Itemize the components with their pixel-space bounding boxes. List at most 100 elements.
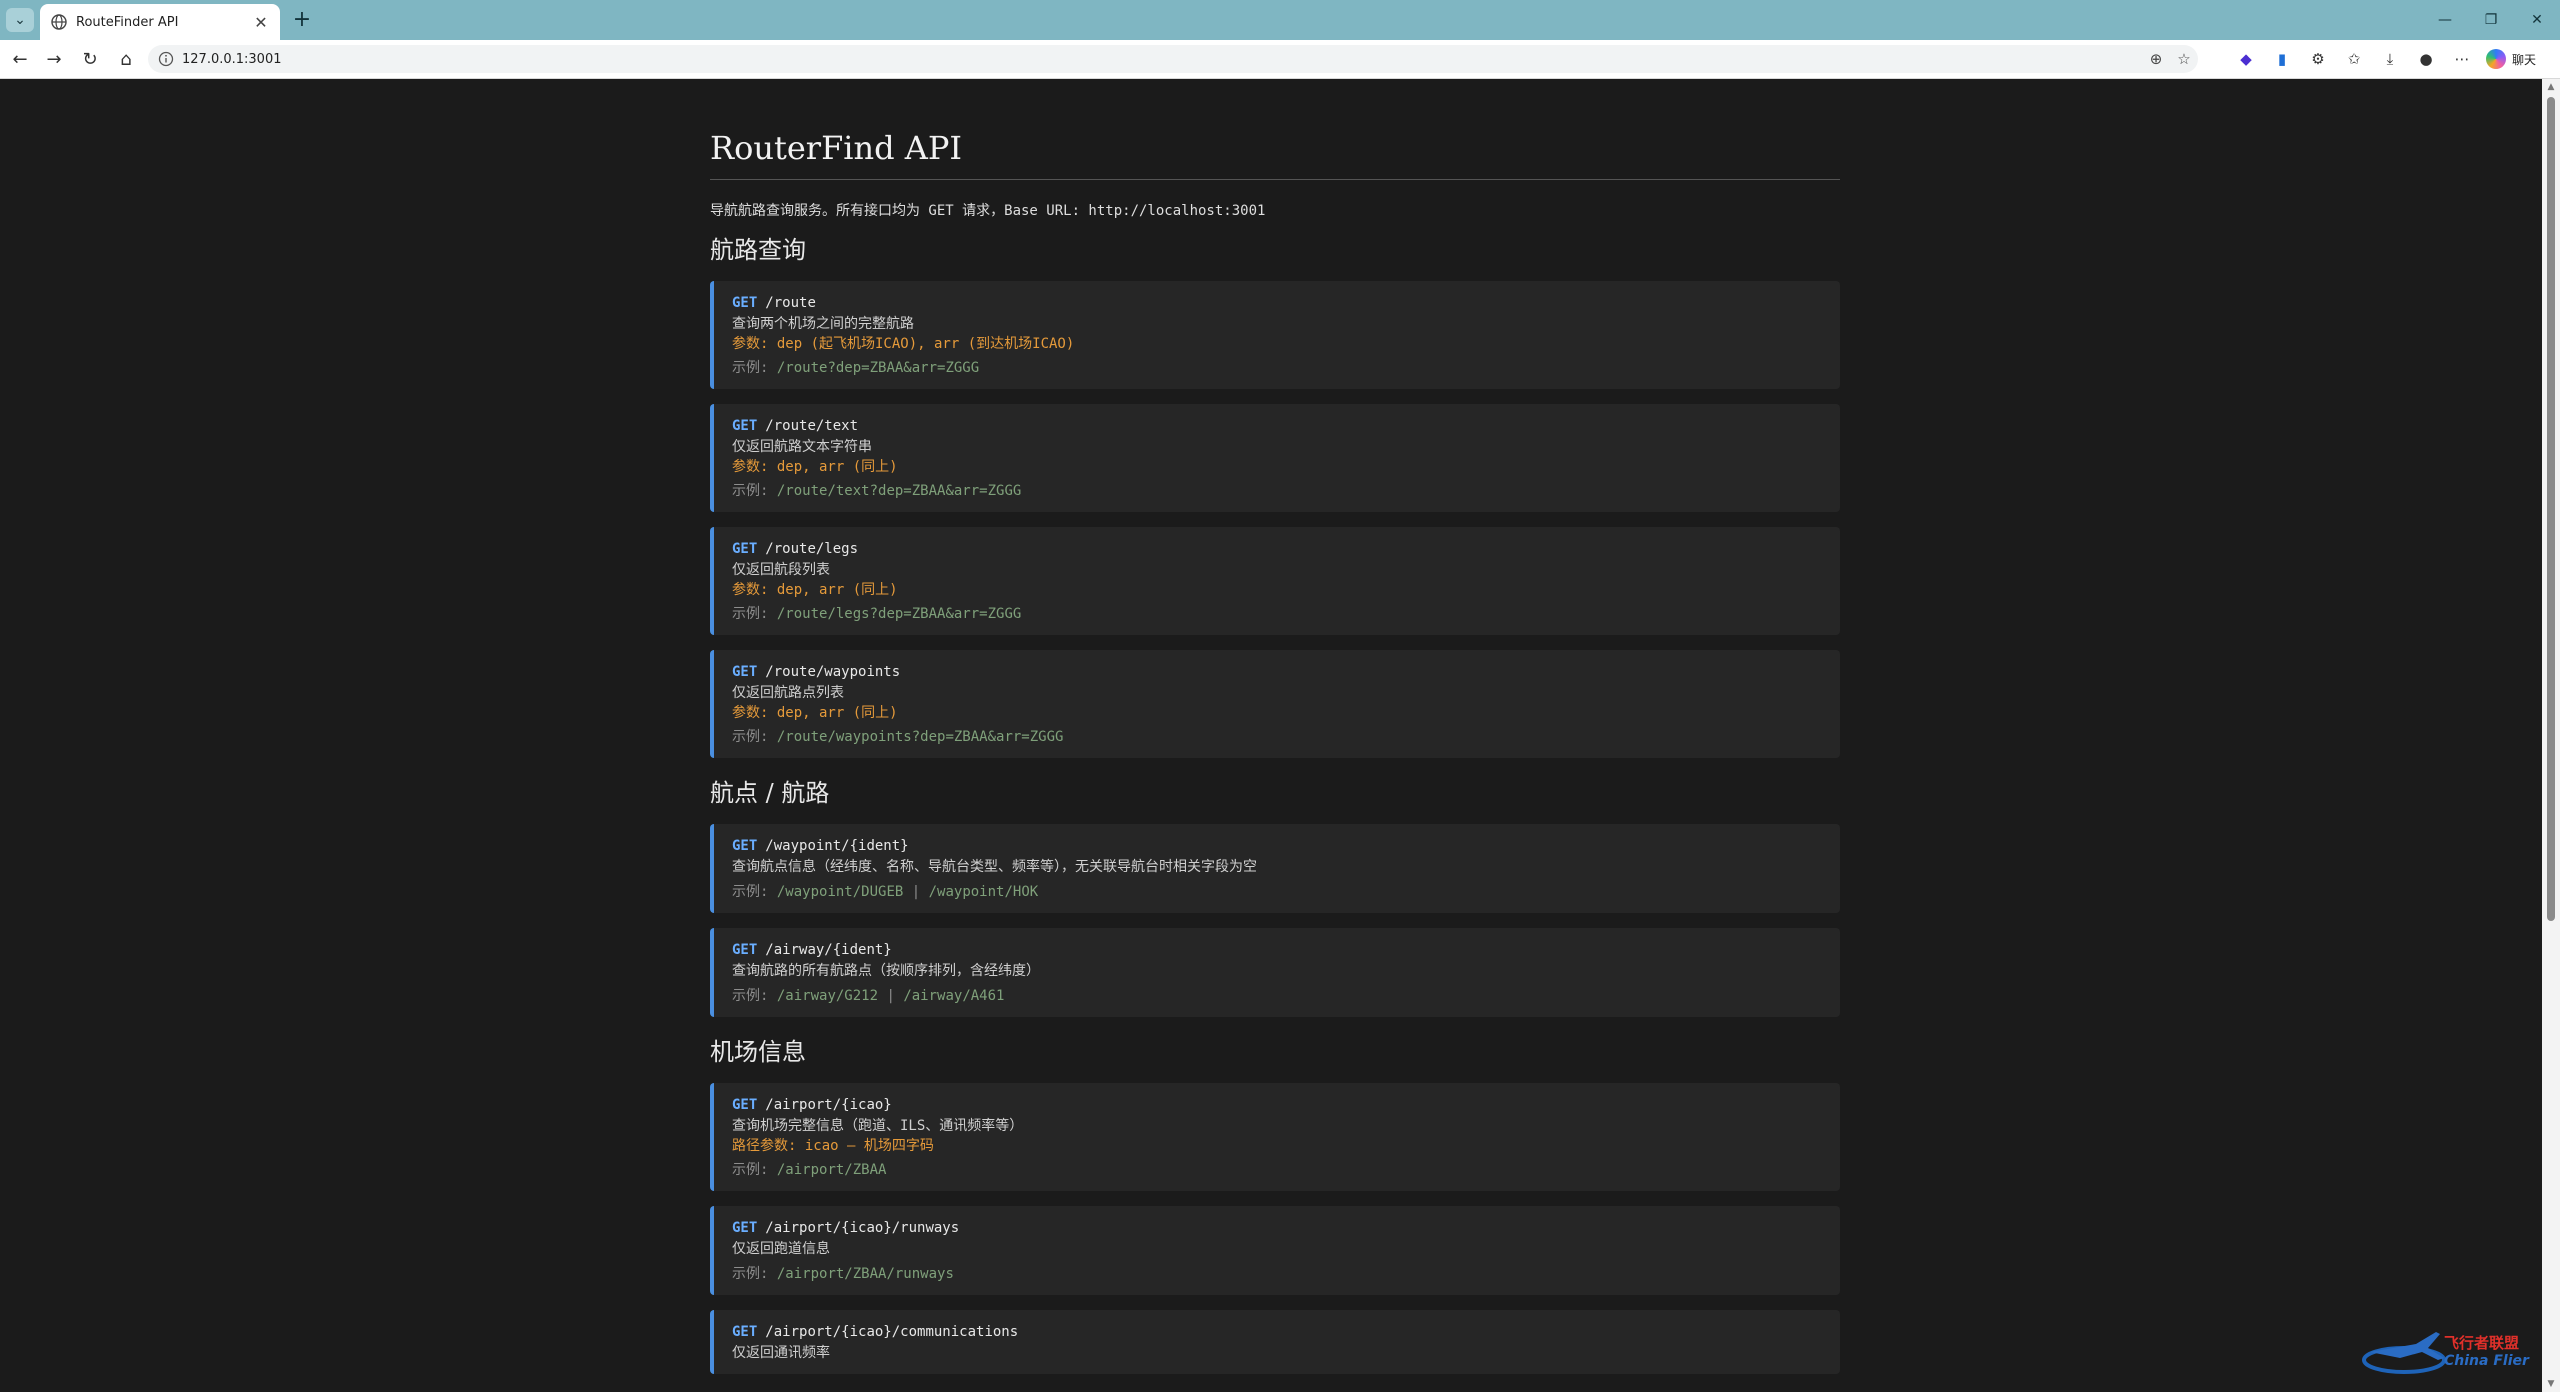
example-label: 示例: (732, 1266, 769, 1282)
endpoint-path: /route/legs (765, 541, 859, 557)
endpoint-signature: GET/airport/{icao}/runways (732, 1218, 1822, 1239)
page-scrollbar[interactable]: ▲ ▼ (2542, 79, 2560, 1392)
example-link[interactable]: /waypoint/DUGEB (777, 884, 903, 900)
profile-avatar-icon[interactable]: ● (2408, 45, 2444, 73)
favorite-star-icon[interactable]: ☆ (2170, 50, 2198, 68)
address-bar[interactable]: 127.0.0.1:3001 ⊕ ☆ (148, 45, 2198, 73)
globe-icon (51, 14, 67, 30)
http-method: GET (732, 541, 758, 557)
window-controls: — ❐ ✕ (2422, 0, 2560, 40)
watermark-cn: 飞行者联盟 (2444, 1333, 2520, 1352)
endpoint-signature: GET/airport/{icao} (732, 1095, 1822, 1116)
extension-diamond-icon[interactable]: ◆ (2228, 45, 2264, 73)
section-heading: 航点 / 航路 (710, 779, 830, 807)
http-method: GET (732, 838, 758, 854)
endpoint-signature: GET/route (732, 293, 1822, 314)
example-link[interactable]: /airway/G212 (777, 988, 878, 1004)
toolbar-extension-icons: ◆ ▮ ⚙ ✩ ⤓ ● ⋯ (2228, 45, 2480, 73)
endpoint-description: 仅返回跑道信息 (732, 1241, 830, 1257)
minimize-icon[interactable]: — (2422, 0, 2468, 40)
reload-button[interactable]: ↻ (76, 45, 104, 73)
section-heading: 机场信息 (710, 1038, 806, 1066)
example-link[interactable]: /waypoint/HOK (929, 884, 1039, 900)
endpoint-example: 示例: /waypoint/DUGEB | /waypoint/HOK (732, 884, 1039, 900)
endpoint-signature: GET/route/waypoints (732, 662, 1822, 683)
arrow-right-icon: → (46, 48, 62, 70)
example-link[interactable]: /route/text?dep=ZBAA&arr=ZGGG (777, 483, 1021, 499)
url-text[interactable]: 127.0.0.1:3001 (182, 52, 2142, 67)
example-label: 示例: (732, 1162, 769, 1178)
http-method: GET (732, 1097, 758, 1113)
endpoint-path: /airway/{ident} (765, 942, 892, 958)
arrow-left-icon: ← (12, 48, 28, 70)
browser-tab-active[interactable]: RouteFinder API ✕ (40, 4, 280, 40)
close-tab-icon[interactable]: ✕ (250, 13, 272, 32)
scroll-up-icon[interactable]: ▲ (2542, 79, 2560, 95)
endpoint-example: 示例: /airway/G212 | /airway/A461 (732, 988, 1005, 1004)
more-options-icon[interactable]: ⋯ (2444, 45, 2480, 73)
downloads-icon[interactable]: ⤓ (2372, 45, 2408, 73)
endpoint-params: 参数: dep, arr (同上) (732, 459, 898, 475)
endpoint-example: 示例: /route?dep=ZBAA&arr=ZGGG (732, 358, 1822, 379)
http-method: GET (732, 664, 758, 680)
browser-tab-strip: ⌄ RouteFinder API ✕ + — ❐ ✕ (0, 0, 2560, 40)
airplane-logo-icon (2362, 1332, 2446, 1374)
endpoint-path: /airport/{icao} (765, 1097, 892, 1113)
http-method: GET (732, 1220, 758, 1236)
doc-sections: 航路查询 GET/route 查询两个机场之间的完整航路 参数: dep (起飞机场I… (710, 230, 1840, 1374)
example-link[interactable]: /route/waypoints?dep=ZBAA&arr=ZGGG (777, 729, 1064, 745)
endpoint-description: 查询两个机场之间的完整航路 (732, 316, 914, 332)
endpoint-signature: GET/airport/{icao}/communications (732, 1322, 1822, 1343)
example-label: 示例: (732, 884, 769, 900)
copilot-chat-button[interactable]: 聊天 (2486, 46, 2556, 72)
http-method: GET (732, 295, 758, 311)
extensions-puzzle-icon[interactable]: ⚙ (2300, 45, 2336, 73)
zoom-icon[interactable]: ⊕ (2142, 50, 2170, 68)
endpoint-path: /route/text (765, 418, 859, 434)
scrollbar-thumb[interactable] (2547, 97, 2555, 921)
endpoint-description: 仅返回航路文本字符串 (732, 439, 872, 455)
home-button[interactable]: ⌂ (112, 45, 140, 73)
endpoint-example: 示例: /route/waypoints?dep=ZBAA&arr=ZGGG (732, 727, 1822, 748)
copilot-icon (2486, 49, 2506, 69)
endpoint-card: GET/airport/{icao}/communications 仅返回通讯频率 (710, 1310, 1840, 1374)
example-link[interactable]: /route?dep=ZBAA&arr=ZGGG (777, 360, 979, 376)
restore-icon[interactable]: ❐ (2468, 0, 2514, 40)
endpoint-path: /route/waypoints (765, 664, 901, 680)
endpoint-description: 仅返回通讯频率 (732, 1345, 830, 1361)
endpoint-example: 示例: /airport/ZBAA (732, 1160, 1822, 1181)
endpoint-path: /airport/{icao}/communications (765, 1324, 1019, 1340)
extension-bookmark-icon[interactable]: ▮ (2264, 45, 2300, 73)
page-title: RouterFind API (710, 129, 1840, 180)
endpoint-card: GET/waypoint/{ident} 查询航点信息（经纬度、名称、导航台类型、… (710, 824, 1840, 913)
example-link[interactable]: /airport/ZBAA (777, 1162, 887, 1178)
endpoint-path: /waypoint/{ident} (765, 838, 909, 854)
endpoint-path: /route (765, 295, 816, 311)
endpoint-params: 路径参数: icao — 机场四字码 (732, 1138, 934, 1154)
example-link[interactable]: /route/legs?dep=ZBAA&arr=ZGGG (777, 606, 1021, 622)
endpoint-card: GET/airway/{ident} 查询航路的所有航路点（按顺序排列，含经纬度）… (710, 928, 1840, 1017)
reload-icon: ↻ (82, 48, 98, 70)
api-doc-content: RouterFind API 导航航路查询服务。所有接口均为 GET 请求，Ba… (710, 79, 1840, 1389)
endpoint-example: 示例: /route/text?dep=ZBAA&arr=ZGGG (732, 481, 1822, 502)
close-window-icon[interactable]: ✕ (2514, 0, 2560, 40)
favorites-icon[interactable]: ✩ (2336, 45, 2372, 73)
endpoint-signature: GET/route/text (732, 416, 1822, 437)
endpoint-card: GET/airport/{icao}/runways 仅返回跑道信息 示例: /ai… (710, 1206, 1840, 1295)
back-button[interactable]: ← (6, 45, 34, 73)
example-link[interactable]: /airway/A461 (903, 988, 1004, 1004)
tab-actions-menu-button[interactable]: ⌄ (6, 8, 34, 32)
endpoint-signature: GET/route/legs (732, 539, 1822, 560)
site-info-icon[interactable] (158, 51, 174, 67)
endpoint-example: 示例: /airport/ZBAA/runways (732, 1264, 1822, 1285)
example-label: 示例: (732, 606, 769, 622)
example-link[interactable]: /airport/ZBAA/runways (777, 1266, 954, 1282)
http-method: GET (732, 1324, 758, 1340)
example-label: 示例: (732, 729, 769, 745)
endpoint-signature: GET/airway/{ident} (732, 940, 1822, 961)
new-tab-button[interactable]: + (288, 6, 316, 34)
endpoint-description: 查询航点信息（经纬度、名称、导航台类型、频率等），无关联导航台时相关字段为空 (732, 859, 1257, 875)
watermark-en: China Flier (2444, 1352, 2529, 1369)
example-label: 示例: (732, 360, 769, 376)
forward-button[interactable]: → (40, 45, 68, 73)
